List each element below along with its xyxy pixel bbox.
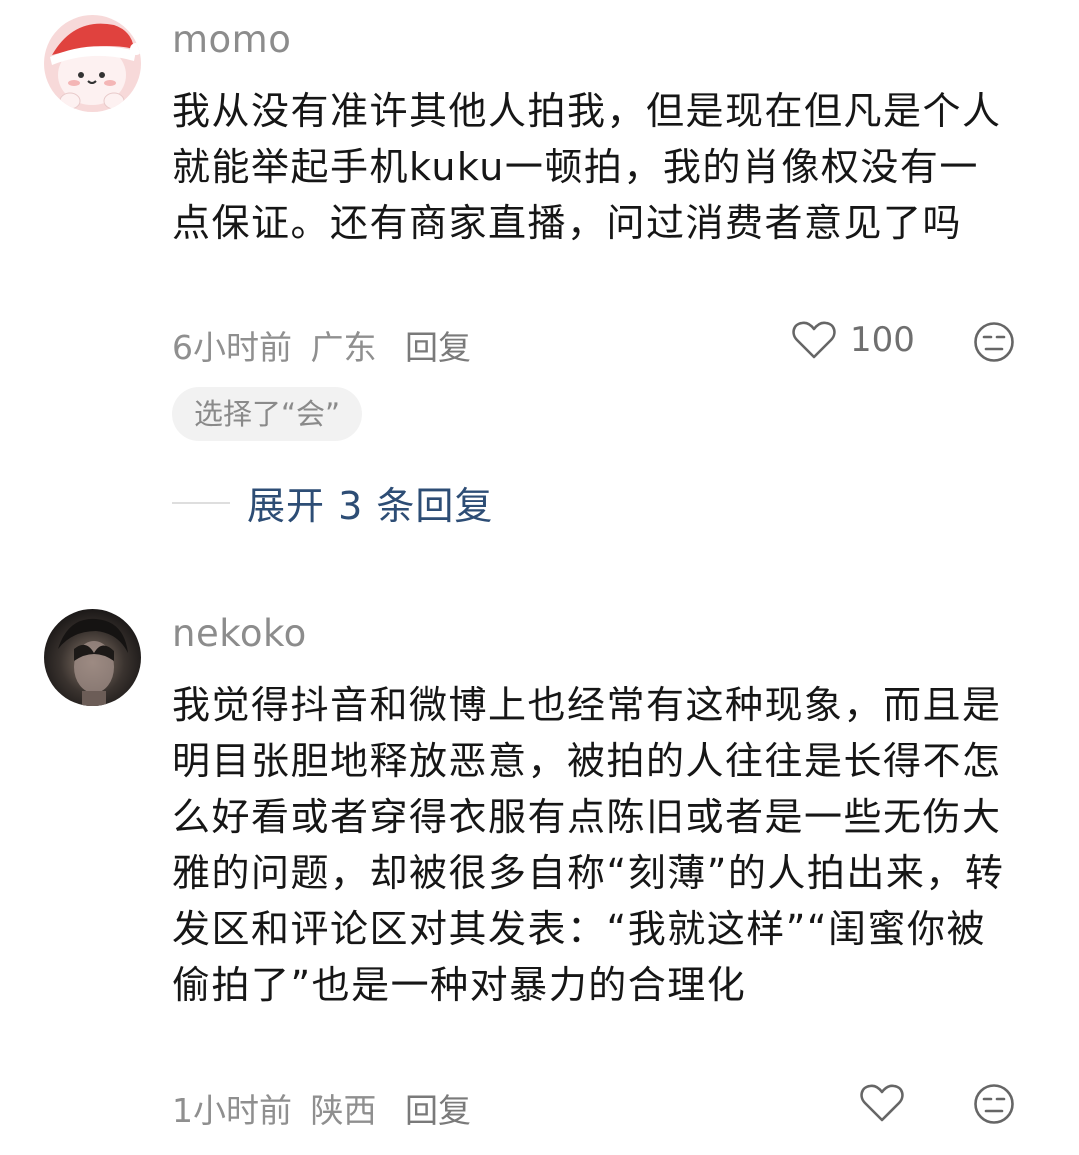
comment-text: 我觉得抖音和微博上也经常有这种现象，而且是明目张胆地释放恶意，被拍的人往往是长得… bbox=[172, 683, 1005, 1007]
dark-photo-avatar-icon bbox=[44, 609, 141, 706]
expand-divider bbox=[172, 501, 230, 504]
santa-hat-cartoon-avatar-icon bbox=[44, 15, 141, 112]
like-count: 100 bbox=[850, 320, 915, 360]
reply-button[interactable]: 回复 bbox=[405, 328, 471, 367]
vote-tag-badge: 选择了“会” bbox=[172, 387, 363, 441]
reply-button[interactable]: 回复 bbox=[405, 1091, 471, 1130]
unamused-face-icon bbox=[974, 1084, 1014, 1124]
username[interactable]: nekoko bbox=[172, 612, 307, 655]
comment-meta: 1小时前 陕西 回复 bbox=[172, 1084, 479, 1132]
comment-location: 陕西 bbox=[310, 1091, 377, 1130]
comment-time: 1小时前 bbox=[172, 1091, 292, 1130]
comment-meta: 6小时前 广东 回复 bbox=[172, 321, 479, 369]
avatar[interactable] bbox=[44, 15, 141, 112]
like-button[interactable]: 100 bbox=[792, 320, 915, 360]
dislike-button[interactable] bbox=[973, 1083, 1015, 1129]
username[interactable]: momo bbox=[172, 18, 291, 61]
avatar[interactable] bbox=[44, 609, 141, 706]
expand-replies-button[interactable]: 展开 3 条回复 bbox=[172, 475, 493, 530]
comment-time: 6小时前 bbox=[172, 328, 292, 367]
comment-location: 广东 bbox=[310, 328, 377, 367]
heart-outline-icon bbox=[792, 321, 836, 359]
expand-replies-label[interactable]: 展开 3 条回复 bbox=[247, 475, 493, 530]
heart-outline-icon bbox=[860, 1084, 904, 1122]
like-button[interactable] bbox=[860, 1083, 904, 1123]
unamused-face-icon bbox=[974, 322, 1014, 362]
dislike-button[interactable] bbox=[973, 321, 1015, 367]
comment-text: 我从没有准许其他人拍我，但是现在但凡是个人就能举起手机kuku一顿拍，我的肖像权… bbox=[172, 89, 1002, 245]
